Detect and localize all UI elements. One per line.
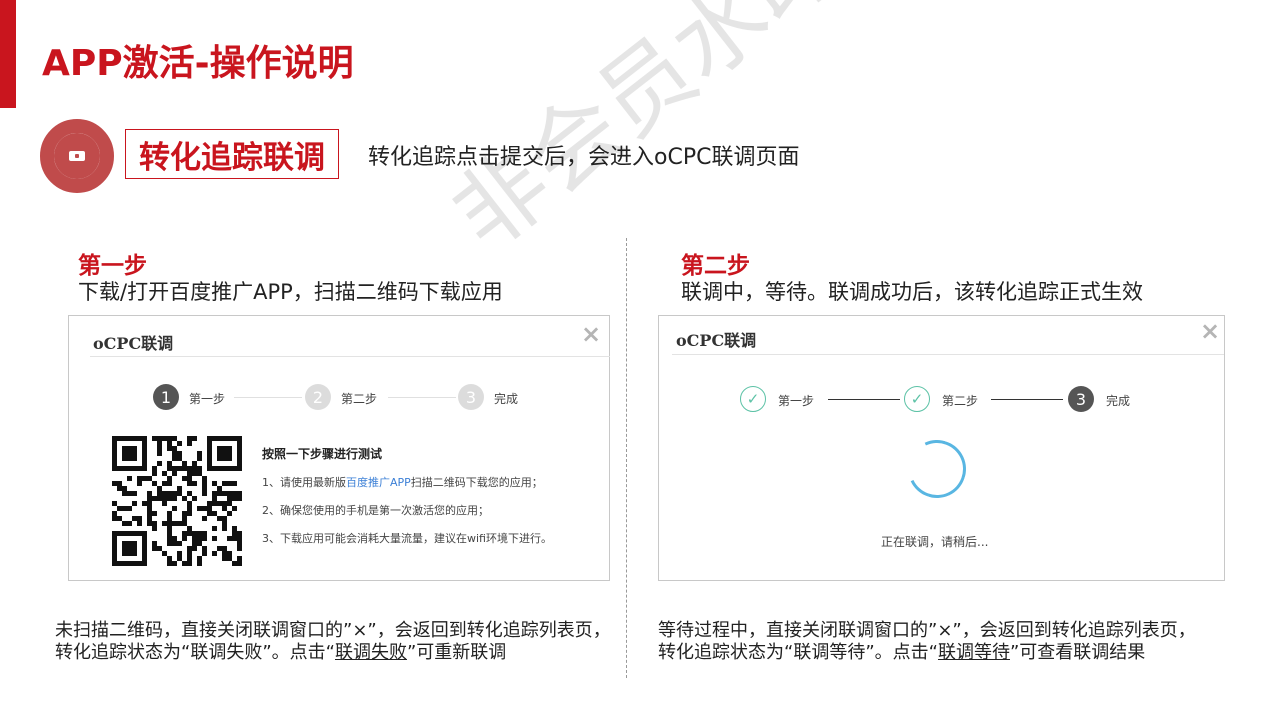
loading-text: 正在联调，请稍后... bbox=[881, 535, 989, 549]
link-waiting[interactable]: 联调等待 bbox=[938, 642, 1010, 663]
instruction-2: 2、确保您使用的手机是第一次激活您的应用； bbox=[262, 504, 489, 517]
step-indicator-label-1: 第一步 bbox=[778, 394, 815, 408]
dialog-title: oCPC联调 bbox=[93, 334, 174, 353]
step-indicator-label-2: 第二步 bbox=[942, 394, 979, 408]
page-title: APP激活-操作说明 bbox=[42, 43, 354, 84]
step-indicator-label-2: 第二步 bbox=[341, 392, 378, 406]
right-note: 等待过程中，直接关闭联调窗口的”×”，会返回到转化追踪列表页， 转化追踪状态为“… bbox=[658, 620, 1196, 663]
qr-code bbox=[112, 436, 242, 566]
section-description: 转化追踪点击提交后，会进入oCPC联调页面 bbox=[368, 145, 800, 170]
dialog-title: oCPC联调 bbox=[676, 331, 757, 350]
watermark: 非会员水印 bbox=[432, 0, 862, 271]
instruction-1: 1、请使用最新版百度推广APP扫描二维码下载您的应用； bbox=[262, 476, 543, 489]
step-indicator-2: 2 bbox=[305, 384, 331, 410]
close-icon[interactable]: × bbox=[1200, 319, 1220, 343]
step-indicator-label-3: 完成 bbox=[1106, 394, 1131, 408]
step-connector bbox=[388, 397, 456, 398]
step-connector bbox=[828, 399, 900, 400]
instruction-3: 3、下载应用可能会消耗大量流量，建议在wifi环境下进行。 bbox=[262, 532, 552, 545]
step-two-description: 联调中，等待。联调成功后，该转化追踪正式生效 bbox=[681, 280, 1143, 304]
section-circle-icon bbox=[40, 119, 114, 193]
link-failed[interactable]: 联调失败 bbox=[335, 642, 407, 663]
step-indicator-3: 3 bbox=[458, 384, 484, 410]
left-note: 未扫描二维码，直接关闭联调窗口的”×”，会返回到转化追踪列表页， 转化追踪状态为… bbox=[55, 620, 611, 663]
step-one-title: 第一步 bbox=[78, 253, 147, 279]
step-indicator-1: 1 bbox=[153, 384, 179, 410]
baidu-app-link[interactable]: 百度推广APP bbox=[346, 476, 411, 489]
close-icon[interactable]: × bbox=[581, 322, 601, 346]
instructions-title: 按照一下步骤进行测试 bbox=[262, 447, 383, 461]
check-icon: ✓ bbox=[904, 386, 930, 412]
dialog-header-divider bbox=[672, 354, 1224, 355]
vertical-divider bbox=[626, 238, 627, 678]
section-label: 转化追踪联调 bbox=[125, 129, 339, 179]
step-two-title: 第二步 bbox=[681, 253, 750, 279]
step-connector bbox=[991, 399, 1063, 400]
step-indicator-label-3: 完成 bbox=[494, 392, 519, 406]
step-indicator-label-1: 第一步 bbox=[189, 392, 226, 406]
step-indicator-3: 3 bbox=[1068, 386, 1094, 412]
dialog-header-divider bbox=[90, 356, 610, 357]
step-one-description: 下载/打开百度推广APP，扫描二维码下载应用 bbox=[78, 280, 503, 304]
step-connector bbox=[234, 397, 302, 398]
check-icon: ✓ bbox=[740, 386, 766, 412]
accent-bar bbox=[0, 0, 16, 108]
